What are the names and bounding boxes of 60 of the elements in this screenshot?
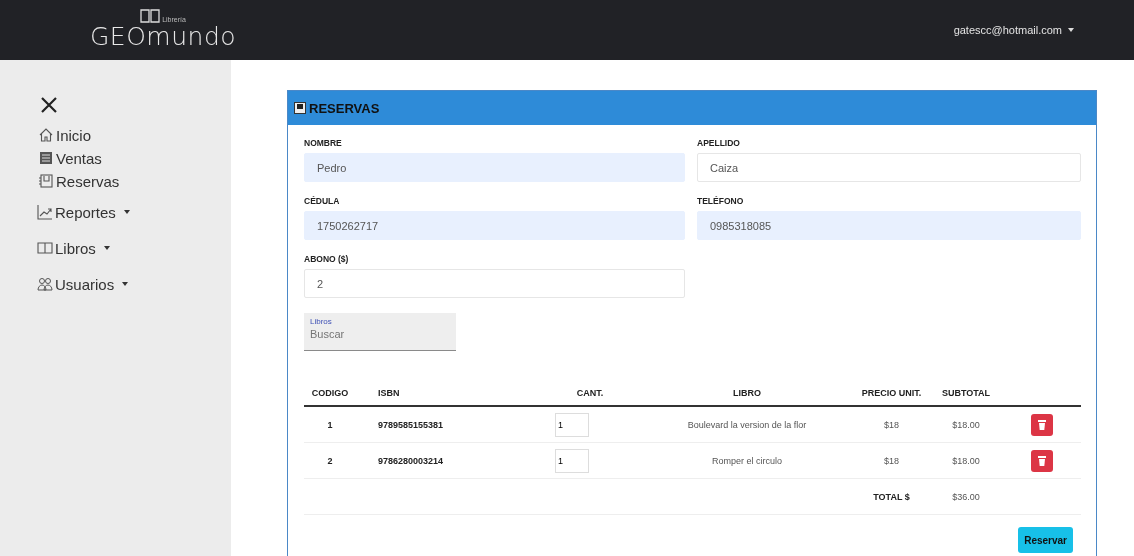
input-field[interactable]: 2 <box>304 269 685 298</box>
book-icon <box>140 9 161 23</box>
book-icon <box>37 240 53 256</box>
calendar-icon <box>38 173 54 189</box>
close-icon[interactable] <box>40 96 58 114</box>
column-header: SUBTOTAL <box>930 381 1002 406</box>
sidebar-dropdown[interactable]: Libros <box>37 236 110 260</box>
total-label: TOTAL $ <box>873 491 910 502</box>
user-menu[interactable]: gatescc@hotmail.com <box>953 24 1074 36</box>
home-icon <box>38 127 54 143</box>
sidebar-item[interactable]: Reservas <box>38 170 120 192</box>
search-field[interactable]: Libros Buscar <box>304 313 456 351</box>
caret-icon <box>1068 28 1074 32</box>
table-cell: 9789585155381 <box>378 419 444 430</box>
table-cell: 9786280003214 <box>378 455 444 466</box>
table-cell: 2 <box>327 455 333 466</box>
input-field[interactable]: Caiza <box>697 153 1081 182</box>
table-cell: $18 <box>884 455 899 466</box>
calendar-icon <box>294 102 306 114</box>
sidebar-item[interactable]: Inicio <box>38 124 92 146</box>
trash-icon <box>1037 455 1046 466</box>
input-field[interactable]: 0985318085 <box>697 211 1081 240</box>
caret-icon <box>103 246 110 250</box>
table-cell: 1 <box>327 419 333 430</box>
field-label: NOMBRE <box>304 137 343 150</box>
card-title: RESERVAS <box>309 100 380 116</box>
input-field[interactable]: Pedro <box>304 153 685 182</box>
table-cell: Boulevard la version de la flor <box>687 419 807 430</box>
delete-button[interactable] <box>1030 449 1053 472</box>
input-field[interactable]: 1750262717 <box>304 211 685 240</box>
caret-icon <box>122 282 129 286</box>
quantity-field[interactable]: 1 <box>555 412 589 437</box>
table-cell: Romper el circulo <box>712 455 782 466</box>
search-input[interactable]: Buscar <box>310 326 450 342</box>
sidebar-dropdown[interactable]: Usuarios <box>37 272 129 296</box>
sidebar-item[interactable]: Ventas <box>38 147 102 169</box>
field-label: Libros <box>310 317 332 326</box>
caret-icon <box>123 210 130 214</box>
field-label: TELÉFONO <box>697 195 745 208</box>
sidebar-dropdown[interactable]: Reportes <box>37 200 130 224</box>
column-header: LIBRO <box>641 381 853 406</box>
column-header: ISBN <box>356 381 539 406</box>
total-value: $36.00 <box>952 491 980 502</box>
field-label: ABONO ($) <box>304 253 350 266</box>
reserve-button[interactable]: Reservar <box>1018 527 1073 553</box>
column-header: CODIGO <box>304 381 356 406</box>
column-header: CANT. <box>539 381 641 406</box>
table-cell: $18.00 <box>952 455 980 466</box>
table-cell: $18 <box>884 419 899 430</box>
users-icon <box>37 276 53 292</box>
trash-icon <box>1037 419 1046 430</box>
column-header: PRECIO UNIT. <box>853 381 930 406</box>
brand-name: GEOmundo <box>90 23 237 51</box>
chart-icon <box>37 204 53 220</box>
field-label: CÉDULA <box>304 195 341 208</box>
field-label: APELLIDO <box>697 137 741 150</box>
table-cell: $18.00 <box>952 419 980 430</box>
document-icon <box>38 150 54 166</box>
delete-button[interactable] <box>1030 413 1053 436</box>
quantity-field[interactable]: 1 <box>555 448 589 473</box>
